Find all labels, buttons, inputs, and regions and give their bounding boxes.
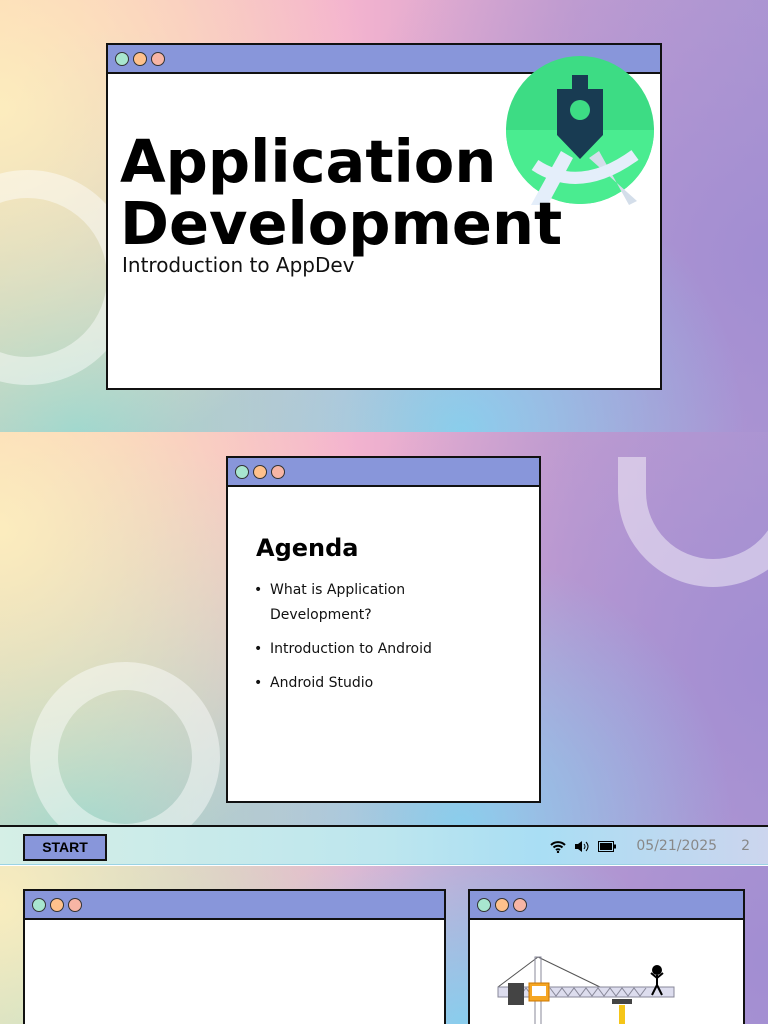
green-dot-icon [115, 51, 129, 66]
orange-dot-icon [50, 897, 64, 912]
green-dot-icon [477, 897, 491, 912]
orange-dot-icon [133, 51, 147, 66]
orange-dot-icon [495, 897, 509, 912]
list-item: Introduction to Android [254, 637, 434, 662]
image-window [468, 889, 745, 1024]
red-dot-icon [68, 897, 82, 912]
start-button[interactable]: START [23, 834, 107, 861]
red-dot-icon [151, 51, 165, 66]
page-number: 2 [741, 838, 750, 854]
agenda-window: Agenda What is Application Development? … [226, 456, 541, 803]
red-dot-icon [513, 897, 527, 912]
slide-next [0, 866, 768, 1024]
green-dot-icon [32, 897, 46, 912]
slide-title: Application Development Introduction to A… [0, 0, 768, 432]
list-item: What is Application Development? [254, 578, 434, 628]
red-dot-icon [271, 464, 285, 479]
slide-agenda: Agenda What is Application Development? … [0, 432, 768, 825]
taskbar: START 05/21/2025 2 [0, 825, 768, 865]
date-display: 05/21/2025 [636, 838, 718, 854]
battery-icon[interactable] [598, 840, 617, 852]
page-title: Application Development [120, 127, 563, 258]
window-titlebar [228, 458, 539, 487]
volume-icon[interactable] [574, 840, 590, 853]
system-tray: 05/21/2025 2 [550, 838, 750, 854]
content-window [23, 889, 446, 1024]
agenda-list: What is Application Development? Introdu… [254, 578, 434, 705]
orange-dot-icon [253, 464, 267, 479]
crane-illustration-icon [497, 956, 675, 1024]
window-titlebar [470, 891, 743, 920]
window-titlebar [25, 891, 444, 920]
agenda-heading: Agenda [256, 534, 359, 562]
list-item: Android Studio [254, 671, 434, 696]
green-dot-icon [235, 464, 249, 479]
title-window: Application Development Introduction to A… [106, 43, 662, 390]
wifi-icon[interactable] [550, 840, 567, 853]
